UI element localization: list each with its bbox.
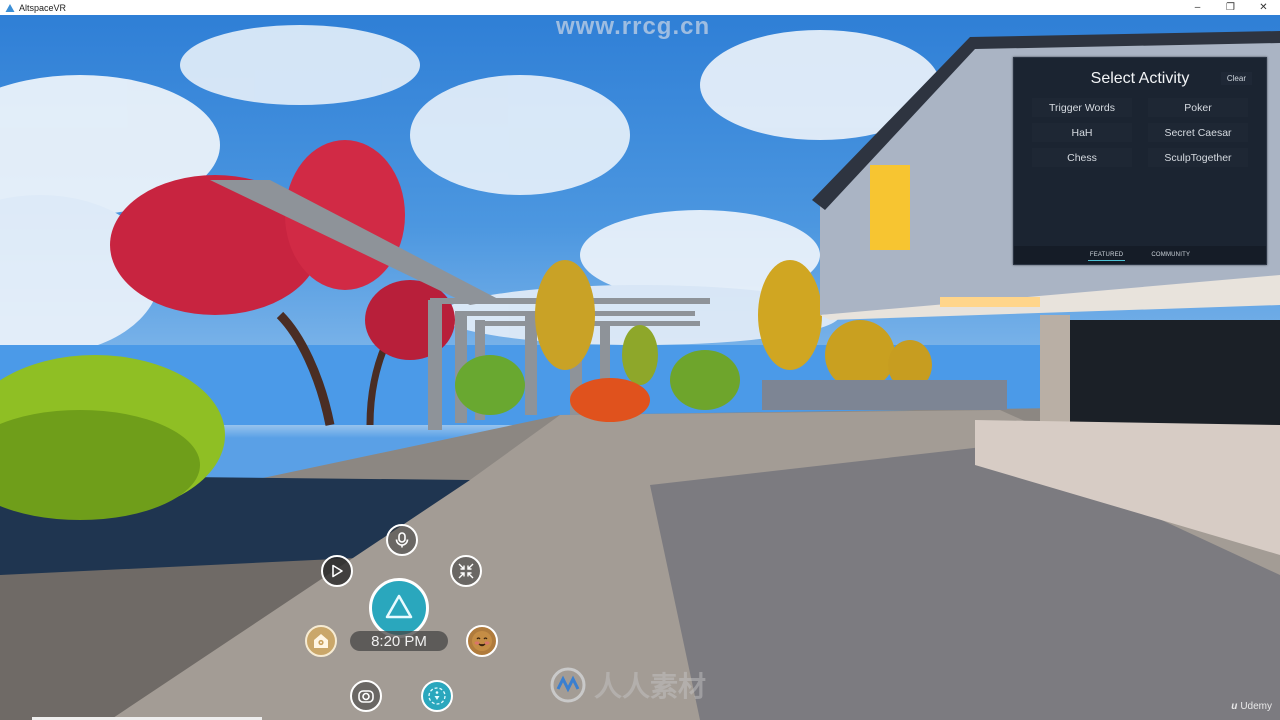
altspace-app-icon: [5, 3, 15, 12]
play-button[interactable]: [321, 555, 353, 587]
rrcg-logo-icon: [550, 667, 586, 703]
brand-watermark-text: 人人素材: [594, 671, 707, 702]
altspace-logo-icon: [385, 594, 413, 619]
close-button[interactable]: ✕: [1247, 0, 1280, 15]
smiling-face-icon: [472, 631, 492, 651]
tab-featured[interactable]: FEATURED: [1087, 250, 1126, 261]
activity-chess[interactable]: Chess: [1032, 148, 1132, 167]
udemy-text: Udemy: [1240, 701, 1272, 712]
url-watermark: www.rrcg.cn: [556, 15, 711, 40]
microphone-button[interactable]: [386, 524, 418, 556]
teleport-icon: [428, 687, 446, 705]
title-bar: AltspaceVR – ❐ ✕: [0, 0, 1280, 15]
camera-icon: [358, 690, 374, 703]
tab-community[interactable]: COMMUNITY: [1149, 250, 1192, 260]
main-menu-button[interactable]: [369, 578, 429, 638]
brand-watermark: 人人素材: [550, 665, 706, 705]
vr-viewport[interactable]: Select Activity Clear Trigger Words Poke…: [0, 15, 1280, 720]
activity-poker[interactable]: Poker: [1148, 98, 1248, 117]
minimize-button[interactable]: –: [1181, 0, 1214, 15]
emoji-button[interactable]: [466, 625, 498, 657]
activity-secret-caesar[interactable]: Secret Caesar: [1148, 123, 1248, 142]
activity-sculptogether[interactable]: SculpTogether: [1148, 148, 1248, 167]
collapse-button[interactable]: [450, 555, 482, 587]
collapse-arrows-icon: [458, 563, 474, 579]
activity-grid: Trigger Words Poker HaH Secret Caesar Ch…: [1032, 98, 1250, 167]
window-controls: – ❐ ✕: [1181, 0, 1280, 15]
app-window: AltspaceVR – ❐ ✕ Select Activity Clear T…: [0, 0, 1280, 720]
home-settings-button[interactable]: [305, 625, 337, 657]
play-icon: [332, 564, 343, 578]
clock-display: 8:20 PM: [350, 631, 448, 651]
clear-button[interactable]: Clear: [1220, 72, 1252, 85]
udemy-watermark: u Udemy: [1231, 701, 1272, 712]
activity-hah[interactable]: HaH: [1032, 123, 1132, 142]
select-activity-panel: Select Activity Clear Trigger Words Poke…: [1013, 57, 1267, 265]
restore-button[interactable]: ❐: [1214, 0, 1247, 15]
activity-tabs: FEATURED COMMUNITY: [1014, 246, 1266, 264]
teleport-button[interactable]: [421, 680, 453, 712]
udemy-logo-icon: u: [1231, 701, 1238, 712]
home-gear-icon: [314, 634, 328, 648]
camera-button[interactable]: [350, 680, 382, 712]
activity-trigger-words[interactable]: Trigger Words: [1032, 98, 1132, 117]
microphone-icon: [395, 532, 409, 548]
window-title: AltspaceVR: [19, 2, 67, 13]
